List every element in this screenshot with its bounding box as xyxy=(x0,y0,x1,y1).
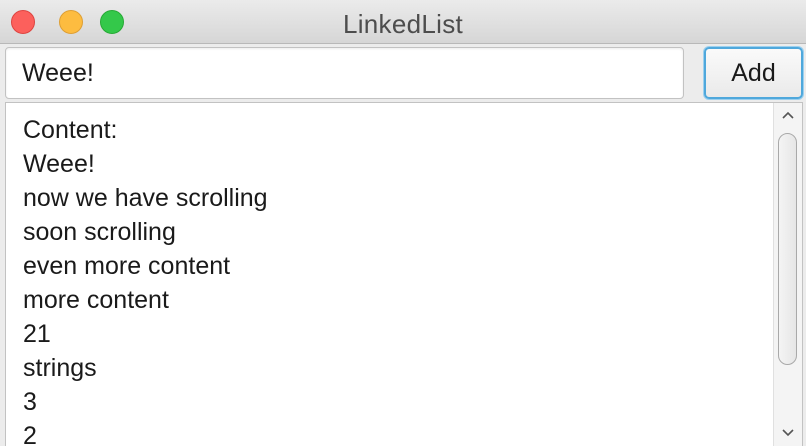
window-title: LinkedList xyxy=(342,9,464,39)
list-item[interactable]: strings xyxy=(23,351,268,385)
scroll-down-arrow-icon[interactable] xyxy=(774,421,802,446)
list-item[interactable]: more content xyxy=(23,283,268,317)
add-button[interactable]: Add xyxy=(704,47,803,99)
content-list[interactable]: Content: Weee! now we have scrolling soo… xyxy=(5,102,803,446)
list-item[interactable]: 2 xyxy=(23,419,268,446)
list-item[interactable]: Content: xyxy=(23,113,268,147)
list-item[interactable]: now we have scrolling xyxy=(23,181,268,215)
scroll-up-arrow-icon[interactable] xyxy=(774,103,802,129)
list-item[interactable]: 3 xyxy=(23,385,268,419)
vertical-scrollbar[interactable] xyxy=(773,103,802,446)
content-list-items: Content: Weee! now we have scrolling soo… xyxy=(23,113,268,446)
list-item[interactable]: soon scrolling xyxy=(23,215,268,249)
app-window: LinkedList Add Content: Weee! now we hav… xyxy=(0,0,806,446)
title-bar[interactable]: LinkedList xyxy=(0,0,806,44)
list-item[interactable]: 21 xyxy=(23,317,268,351)
list-item[interactable]: even more content xyxy=(23,249,268,283)
entry-input[interactable] xyxy=(5,47,684,99)
scroll-thumb[interactable] xyxy=(778,133,797,365)
list-item[interactable]: Weee! xyxy=(23,147,268,181)
